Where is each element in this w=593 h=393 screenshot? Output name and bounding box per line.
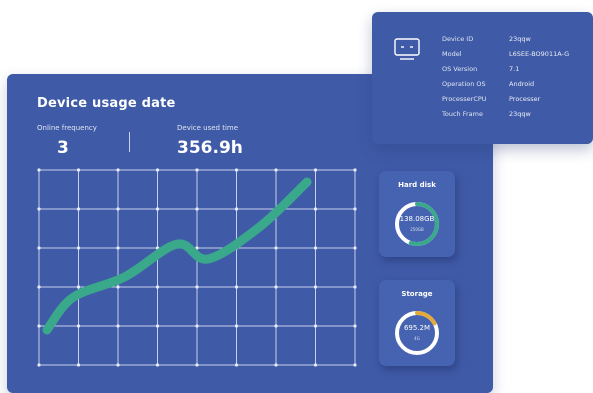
hard-disk-card[interactable]: Hard disk 138.08GB 250GB: [379, 171, 455, 257]
storage-capacity: 4G: [414, 336, 420, 341]
hard-disk-capacity: 250GB: [410, 227, 424, 232]
grid-dot: [155, 168, 160, 172]
grid-dot: [313, 246, 318, 250]
grid-dot: [313, 363, 318, 367]
grid-dot: [155, 285, 160, 289]
grid-dot: [234, 324, 239, 328]
grid-dot: [37, 324, 41, 328]
info-label-cpu: ProcesserCPU: [442, 95, 487, 103]
storage-value: 695.2M: [403, 324, 431, 332]
grid-dot: [76, 246, 81, 250]
grid-dot: [234, 363, 239, 367]
grid-dot: [155, 207, 160, 211]
info-value-operation-os: Android: [509, 80, 535, 88]
grid-dot: [155, 363, 160, 367]
info-value-model: L6SEE-BO9011A-G: [509, 50, 570, 58]
grid-dot: [195, 207, 199, 211]
grid-dot: [195, 285, 199, 289]
info-value-os-version: 7.1: [509, 65, 520, 73]
info-value-cpu: Processer: [509, 95, 541, 103]
grid-dot: [234, 285, 239, 289]
info-label-touch-frame: Touch Frame: [442, 110, 483, 118]
hard-disk-value: 138.08GB: [399, 215, 435, 223]
grid-dot: [274, 168, 278, 172]
grid-dot: [116, 285, 120, 289]
grid-dot: [116, 246, 120, 250]
grid-dot: [37, 363, 41, 367]
grid-dot: [313, 285, 318, 289]
grid-dot: [313, 168, 318, 172]
usage-title: Device usage date: [37, 96, 176, 111]
grid-dot: [76, 285, 81, 289]
grid-dot: [37, 207, 41, 211]
info-label-model: Model: [442, 50, 462, 58]
hard-disk-ring: [395, 202, 439, 246]
storage-card[interactable]: Storage 695.2M 4G: [379, 280, 455, 366]
online-frequency-label: Online frequency: [37, 124, 97, 132]
grid-dot: [274, 363, 278, 367]
grid-dot: [353, 168, 357, 172]
info-value-device-id: 23qqw: [509, 35, 531, 43]
grid-dot: [76, 324, 81, 328]
grid-dot: [195, 324, 199, 328]
used-time-label: Device used time: [177, 124, 239, 132]
hard-disk-title: Hard disk: [398, 181, 436, 189]
info-label-device-id: Device ID: [442, 35, 474, 43]
grid-dot: [353, 363, 357, 367]
grid-dot: [195, 363, 199, 367]
stat-divider: [129, 132, 130, 152]
grid-dot: [195, 168, 199, 172]
grid-dot: [234, 207, 239, 211]
grid-dot: [274, 285, 278, 289]
info-value-touch-frame: 23qqw: [509, 110, 531, 118]
used-time-value: 356.9h: [177, 138, 243, 158]
monitor-icon: [394, 38, 420, 60]
usage-line: [42, 177, 312, 335]
grid-dot: [234, 168, 239, 172]
grid-dot: [274, 246, 278, 250]
grid-dot: [313, 207, 318, 211]
info-label-os-version: OS Version: [442, 65, 478, 73]
grid-dot: [274, 324, 278, 328]
grid-dot: [116, 324, 120, 328]
grid-dot: [155, 324, 160, 328]
online-frequency-value: 3: [57, 138, 69, 158]
grid-dot: [76, 168, 81, 172]
grid-dot: [313, 324, 318, 328]
grid-dot: [37, 285, 41, 289]
grid-dot: [76, 363, 81, 367]
grid-dot: [116, 207, 120, 211]
grid-dot: [37, 168, 41, 172]
storage-title: Storage: [401, 290, 433, 298]
grid-dot: [116, 363, 120, 367]
grid-dot: [353, 207, 357, 211]
storage-ring: [395, 311, 439, 355]
grid-dot: [353, 324, 357, 328]
grid-dot: [76, 207, 81, 211]
chart-grid: [37, 168, 357, 367]
info-label-operation-os: Operation OS: [442, 80, 486, 88]
grid-dot: [353, 285, 357, 289]
grid-dot: [353, 246, 357, 250]
usage-chart: [37, 168, 357, 367]
device-info-card: Device ID 23qqw Model L6SEE-BO9011A-G OS…: [372, 12, 593, 144]
grid-dot: [37, 246, 41, 250]
grid-dot: [116, 168, 120, 172]
